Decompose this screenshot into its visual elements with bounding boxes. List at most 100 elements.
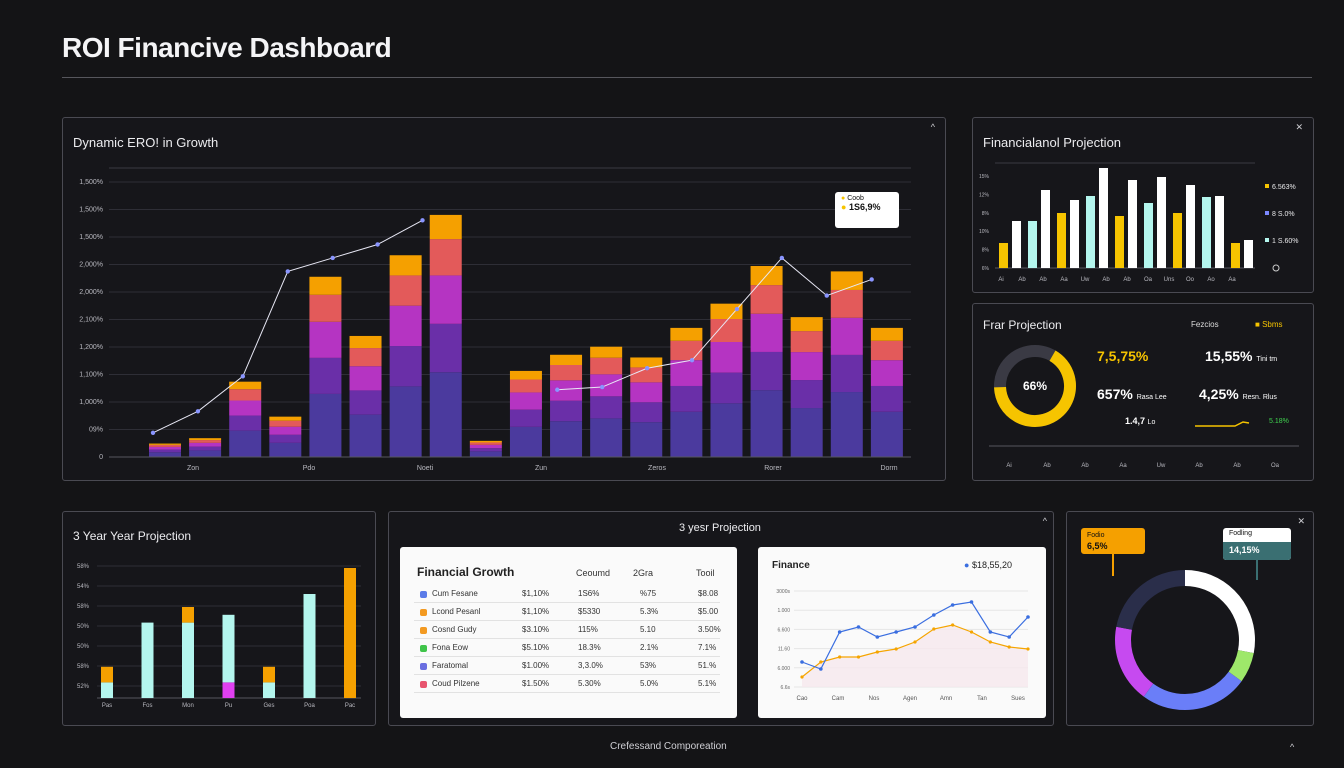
growth-bar-segment <box>870 411 903 457</box>
growth-bar-segment <box>189 450 222 457</box>
growth-bar-segment <box>550 400 583 422</box>
ring-chart <box>1112 554 1258 710</box>
growth-bar-segment <box>630 422 663 457</box>
growth-bar-segment <box>469 442 502 445</box>
growth-bar-segment <box>670 385 703 412</box>
projection-bar <box>1086 196 1095 268</box>
x-tick-label: Sues <box>1011 696 1025 702</box>
y-tick-label: 54% <box>77 584 90 590</box>
finance-point-orange <box>913 640 917 644</box>
table-row[interactable]: Fona Eow $5.10% 18.3% 2.1% 7.1% <box>414 639 720 657</box>
projection-bar <box>1244 240 1253 268</box>
growth-bar-segment <box>389 386 422 457</box>
row-cell: 7.1% <box>698 643 717 652</box>
growth-bar-segment <box>269 420 302 427</box>
growth-bar-segment <box>349 414 382 457</box>
finance-point-orange <box>1026 647 1030 651</box>
x-tick-label: Ab <box>1233 463 1241 469</box>
x-tick-label: Aa <box>1060 277 1068 283</box>
finance-point-blue <box>950 603 955 607</box>
growth-bar-segment <box>509 426 542 457</box>
x-tick-label: Ab <box>1039 277 1047 283</box>
finance-point-blue <box>1026 615 1030 619</box>
growth-bar-segment <box>349 335 382 349</box>
table-row[interactable]: Cosnd Gudy $3.10% 115% 5.10 3.50% <box>414 621 721 639</box>
growth-line-point <box>375 242 380 247</box>
x-tick-label: Ai <box>998 277 1003 283</box>
growth-bar-segment <box>349 390 382 415</box>
x-tick-label: Ab <box>1195 463 1203 469</box>
row-color-marker <box>420 645 427 652</box>
growth-bar-segment <box>590 357 623 375</box>
finance-line-card: Finance ● $18,55,20 3000s 1.000 6.600 11.60… <box>758 547 1046 718</box>
row-cell: %75 <box>640 589 657 598</box>
growth-bar-segment <box>149 452 181 457</box>
growth-bar-segment <box>509 409 542 427</box>
growth-bar-segment <box>550 421 583 457</box>
x-tick-label: Dorm <box>880 465 897 472</box>
row-cell: 115% <box>578 625 598 634</box>
x-tick-label: Uw <box>1081 277 1090 283</box>
growth-line <box>152 219 423 434</box>
x-tick-label: Cao <box>796 696 808 702</box>
growth-bar-segment <box>429 323 462 373</box>
growth-bar-segment <box>269 426 302 435</box>
y-tick-label: 58% <box>77 604 90 610</box>
growth-bar-segment <box>389 346 422 387</box>
growth-bar-segment <box>229 389 262 401</box>
finance-point-blue <box>837 630 842 634</box>
ring-panel: ✕ Fodio 6,5% Fodling 14,15% <box>1066 511 1314 726</box>
row-label: Coud Pilzene <box>432 679 480 688</box>
growth-bar-segment <box>830 392 863 457</box>
table-row[interactable]: Coud Pilzene $1.50% 5.30% 5.0% 5.1% <box>414 675 720 693</box>
row-color-marker <box>420 681 427 688</box>
table-row[interactable]: Lcond Pesanl $1,10% $5330 5.3% $5.00 <box>414 603 720 621</box>
table-row[interactable]: Faratomal $1.00% 3,3.0% 53% 51.% <box>414 657 720 675</box>
x-tick-label: Ao <box>1207 277 1215 283</box>
frar-stat-4: 1.4,7 Lo <box>1125 416 1156 426</box>
x-tick-label: Ab <box>1081 463 1089 469</box>
y-tick-label: 2,000% <box>79 262 103 269</box>
finance-point-orange <box>932 627 936 631</box>
row-label: Cosnd Gudy <box>432 625 477 634</box>
growth-bar-segment <box>309 294 342 322</box>
growth-chart: 0 09% 1,000% 1,100% 1,200% 2,100% 2,000% 2,000%… <box>79 167 911 472</box>
y-tick-label: 1,200% <box>79 344 103 351</box>
x-tick-label: Noeti <box>417 465 434 472</box>
growth-bar-segment <box>710 342 743 373</box>
caret-up-icon[interactable]: ^ <box>1043 516 1047 526</box>
growth-bar-segment <box>790 331 823 353</box>
finance-point-orange <box>894 647 898 651</box>
growth-line-point <box>644 366 650 371</box>
growth-bar-segment <box>349 348 382 367</box>
row-cell: 5.10 <box>640 625 656 634</box>
frar-panel: Frar Projection Fezcios ■ Sbms 66% Ai Ab Ab… <box>972 303 1314 481</box>
col-header-2: Tooil <box>696 568 715 578</box>
growth-bar-segment <box>429 239 462 276</box>
projection-bar <box>1173 213 1182 268</box>
x-tick-label: Rorer <box>764 465 782 472</box>
y-tick-label: 15% <box>979 174 990 180</box>
growth-line-point <box>420 218 425 223</box>
projection-bar <box>999 243 1008 268</box>
frar-stat-0: 7,5,75% <box>1097 348 1149 364</box>
growth-bar-segment <box>630 402 663 423</box>
growth-bar-segment <box>670 411 703 457</box>
growth-bar-segment <box>269 416 302 421</box>
legend-swatch <box>1265 184 1269 188</box>
growth-bar-segment <box>790 380 823 409</box>
table-row[interactable]: Cum Fesane $1,10% 1S6% %75 $8.08 <box>414 585 720 603</box>
growth-bar-segment <box>469 451 502 457</box>
frar-stat-2: 657% Rasa Lee <box>1097 386 1167 402</box>
three-year-chart: 58% 54% 58% 50% 50% 58% 52% Pas Fos Mon Pu Ges Poa Pa… <box>77 564 361 709</box>
projection-bar <box>1157 177 1166 268</box>
growth-bar-segment <box>149 444 181 447</box>
growth-bar-segment <box>830 271 863 290</box>
finance-line-chart: 3000s 1.000 6.600 11.60 6.000 6.6s Cao Cam Nos Ag… <box>776 589 1030 702</box>
growth-bar-segment <box>710 372 743 404</box>
finance-point-orange <box>838 655 842 659</box>
growth-bar-segment <box>750 351 783 391</box>
growth-bar-segment <box>590 346 623 358</box>
finance-point-orange <box>856 655 861 659</box>
growth-bar-segment <box>870 340 903 361</box>
